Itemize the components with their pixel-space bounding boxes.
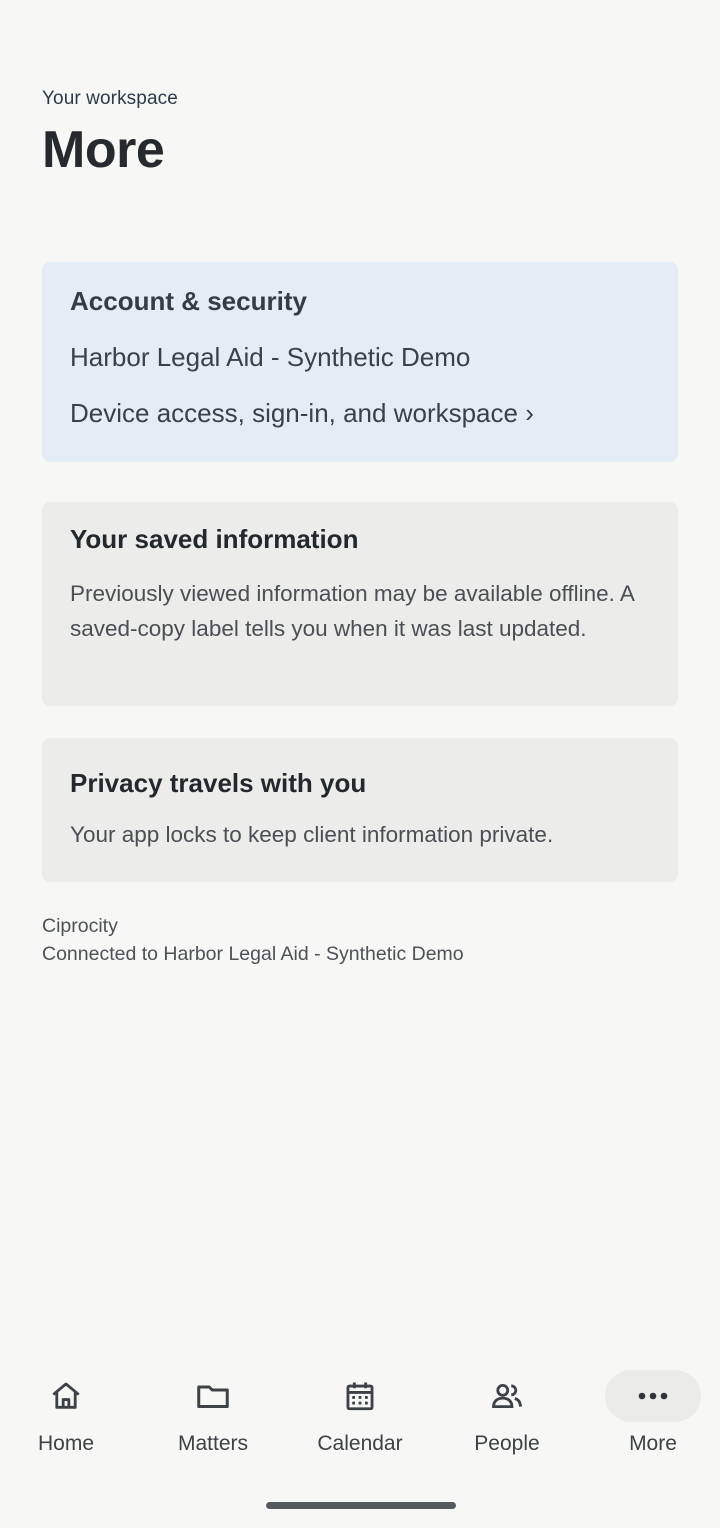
privacy-card: Privacy travels with you Your app locks … (42, 738, 678, 882)
bottom-tab-bar: Home Matters Calendar People More (0, 1362, 720, 1472)
more-icon (605, 1370, 701, 1422)
tab-calendar[interactable]: Calendar (300, 1362, 420, 1462)
saved-card-body: Previously viewed information may be ava… (70, 581, 634, 641)
privacy-card-title: Privacy travels with you (70, 768, 367, 798)
privacy-card-body: Your app locks to keep client informatio… (70, 822, 554, 847)
tab-calendar-label: Calendar (317, 1432, 403, 1455)
tab-more-label: More (629, 1432, 677, 1455)
tab-matters-label: Matters (177, 1432, 248, 1455)
tab-home[interactable]: Home (6, 1362, 126, 1462)
saved-card-title: Your saved information (70, 524, 359, 554)
account-card-title: Account & security (70, 286, 307, 316)
tab-people-label: People (474, 1432, 540, 1455)
tab-more[interactable]: More (593, 1362, 713, 1462)
account-security-card[interactable]: Account & security Harbor Legal Aid - Sy… (42, 262, 678, 462)
more-screen: Your workspace More Account & security H… (0, 0, 720, 1528)
tab-matters[interactable]: Matters (153, 1362, 273, 1462)
people-icon (459, 1370, 555, 1422)
home-indicator[interactable] (266, 1502, 456, 1509)
home-icon (18, 1370, 114, 1422)
tab-home-label: Home (37, 1432, 95, 1455)
page-eyebrow: Your workspace (42, 88, 178, 109)
folder-icon (165, 1370, 261, 1422)
tab-people[interactable]: People (447, 1362, 567, 1462)
app-name: Ciprocity (42, 915, 118, 937)
page-title: More (42, 121, 165, 179)
account-card-link[interactable]: Device access, sign-in, and workspace › (70, 398, 534, 429)
page-header: Your workspace More (42, 88, 178, 180)
connection-status: Connected to Harbor Legal Aid - Syntheti… (42, 943, 464, 965)
footer-info: Ciprocity Connected to Harbor Legal Aid … (42, 912, 464, 968)
saved-information-card: Your saved information Previously viewed… (42, 502, 678, 706)
calendar-icon (312, 1370, 408, 1422)
workspace-name: Harbor Legal Aid - Synthetic Demo (70, 342, 471, 372)
